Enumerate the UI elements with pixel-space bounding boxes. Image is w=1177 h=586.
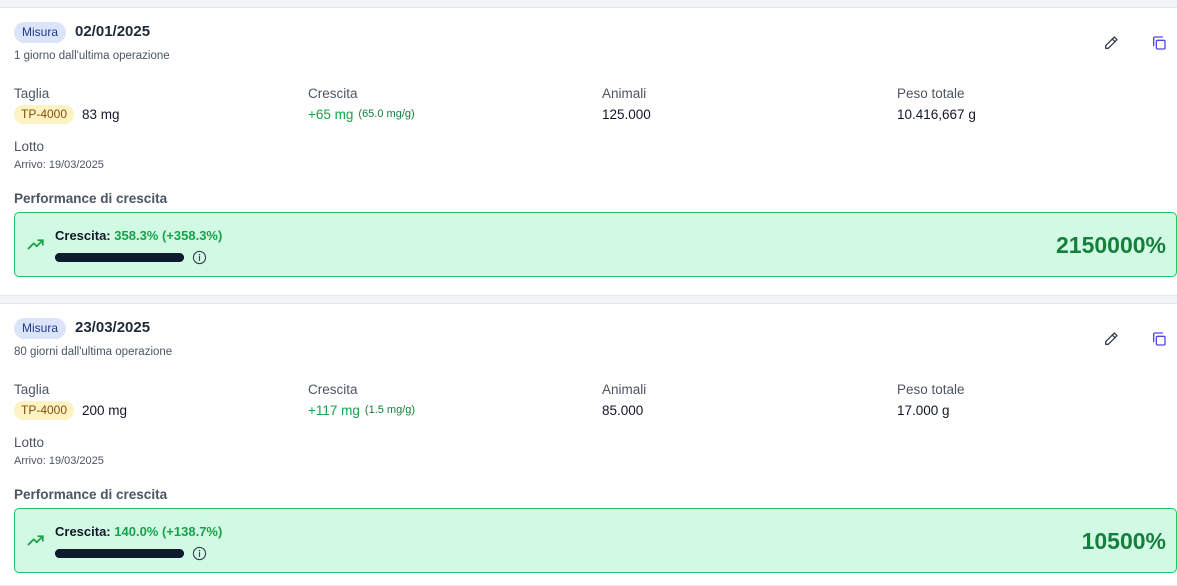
pencil-icon (1105, 36, 1118, 49)
operation-card: Misura 02/01/2025 1 giorno dall'ultima o… (0, 7, 1177, 296)
duplicate-button[interactable] (1149, 329, 1169, 349)
crescita-label: Crescita (308, 382, 358, 397)
taglia-value: 83 mg (82, 106, 120, 122)
performance-value: 358.3% (+358.3%) (114, 228, 223, 243)
peso-label: Peso totale (897, 382, 965, 397)
pencil-icon (1105, 332, 1118, 345)
info-icon[interactable] (192, 546, 207, 561)
crescita-rate: (1.5 mg/g) (364, 404, 416, 416)
copy-icon (1153, 332, 1166, 346)
crescita-column: Crescita +65 mg (65.0 mg/g) (308, 86, 415, 124)
duplicate-button[interactable] (1149, 33, 1169, 53)
performance-prefix: Crescita: (55, 228, 111, 243)
arrival-date: Arrivo: 19/03/2025 (14, 159, 104, 171)
performance-box: Crescita: 358.3% (+358.3%) 2150000% (14, 212, 1177, 277)
peso-label: Peso totale (897, 86, 965, 101)
peso-value: 10.416,667 g (897, 106, 976, 122)
operation-type-badge: Misura (14, 318, 67, 339)
crescita-value: +65 mg (308, 106, 354, 122)
edit-button[interactable] (1101, 33, 1121, 53)
operation-date: 23/03/2025 (75, 319, 151, 336)
performance-bar (55, 549, 184, 558)
performance-big-percent: 2150000% (1056, 232, 1166, 258)
performance-title: Performance di crescita (14, 191, 168, 206)
operation-type-badge: Misura (14, 22, 67, 43)
trending-up-icon (27, 535, 44, 546)
animali-label: Animali (602, 382, 647, 397)
info-icon[interactable] (192, 250, 207, 265)
performance-text: Crescita: 358.3% (+358.3%) (55, 228, 222, 243)
peso-column: Peso totale 10.416,667 g (897, 86, 976, 124)
crescita-column: Crescita +117 mg (1.5 mg/g) (308, 382, 415, 420)
taglia-column: Taglia TP-4000 83 mg (14, 86, 120, 124)
performance-bar (55, 253, 184, 262)
crescita-label: Crescita (308, 86, 358, 101)
performance-box: Crescita: 140.0% (+138.7%) 10500% (14, 508, 1177, 573)
taglia-label: Taglia (14, 382, 50, 397)
performance-bar-fill (55, 253, 184, 262)
performance-title: Performance di crescita (14, 487, 168, 502)
peso-value: 17.000 g (897, 402, 950, 418)
performance-big-percent: 10500% (1081, 528, 1166, 554)
lotto-label: Lotto (14, 435, 45, 450)
taglia-label: Taglia (14, 86, 50, 101)
operation-card: Misura 23/03/2025 80 giorni dall'ultima … (0, 303, 1177, 586)
animali-value: 125.000 (602, 106, 651, 122)
lotto-label: Lotto (14, 139, 45, 154)
arrival-date: Arrivo: 19/03/2025 (14, 455, 104, 467)
copy-icon (1153, 36, 1166, 50)
animali-value: 85.000 (602, 402, 644, 418)
animali-label: Animali (602, 86, 647, 101)
size-tag: TP-4000 (14, 400, 75, 420)
animali-column: Animali 125.000 (602, 86, 651, 124)
edit-button[interactable] (1101, 329, 1121, 349)
days-since-last-operation: 80 giorni dall'ultima operazione (14, 346, 173, 358)
taglia-column: Taglia TP-4000 200 mg (14, 382, 127, 420)
peso-column: Peso totale 17.000 g (897, 382, 965, 420)
trending-up-icon (27, 239, 44, 250)
crescita-rate: (65.0 mg/g) (358, 108, 415, 120)
performance-value: 140.0% (+138.7%) (114, 524, 223, 539)
taglia-value: 200 mg (82, 402, 128, 418)
operation-date: 02/01/2025 (75, 23, 151, 40)
animali-column: Animali 85.000 (602, 382, 646, 420)
performance-text: Crescita: 140.0% (+138.7%) (55, 524, 222, 539)
size-tag: TP-4000 (14, 104, 75, 124)
performance-bar-fill (55, 549, 184, 558)
performance-prefix: Crescita: (55, 524, 111, 539)
days-since-last-operation: 1 giorno dall'ultima operazione (14, 50, 170, 62)
crescita-value: +117 mg (308, 402, 360, 418)
